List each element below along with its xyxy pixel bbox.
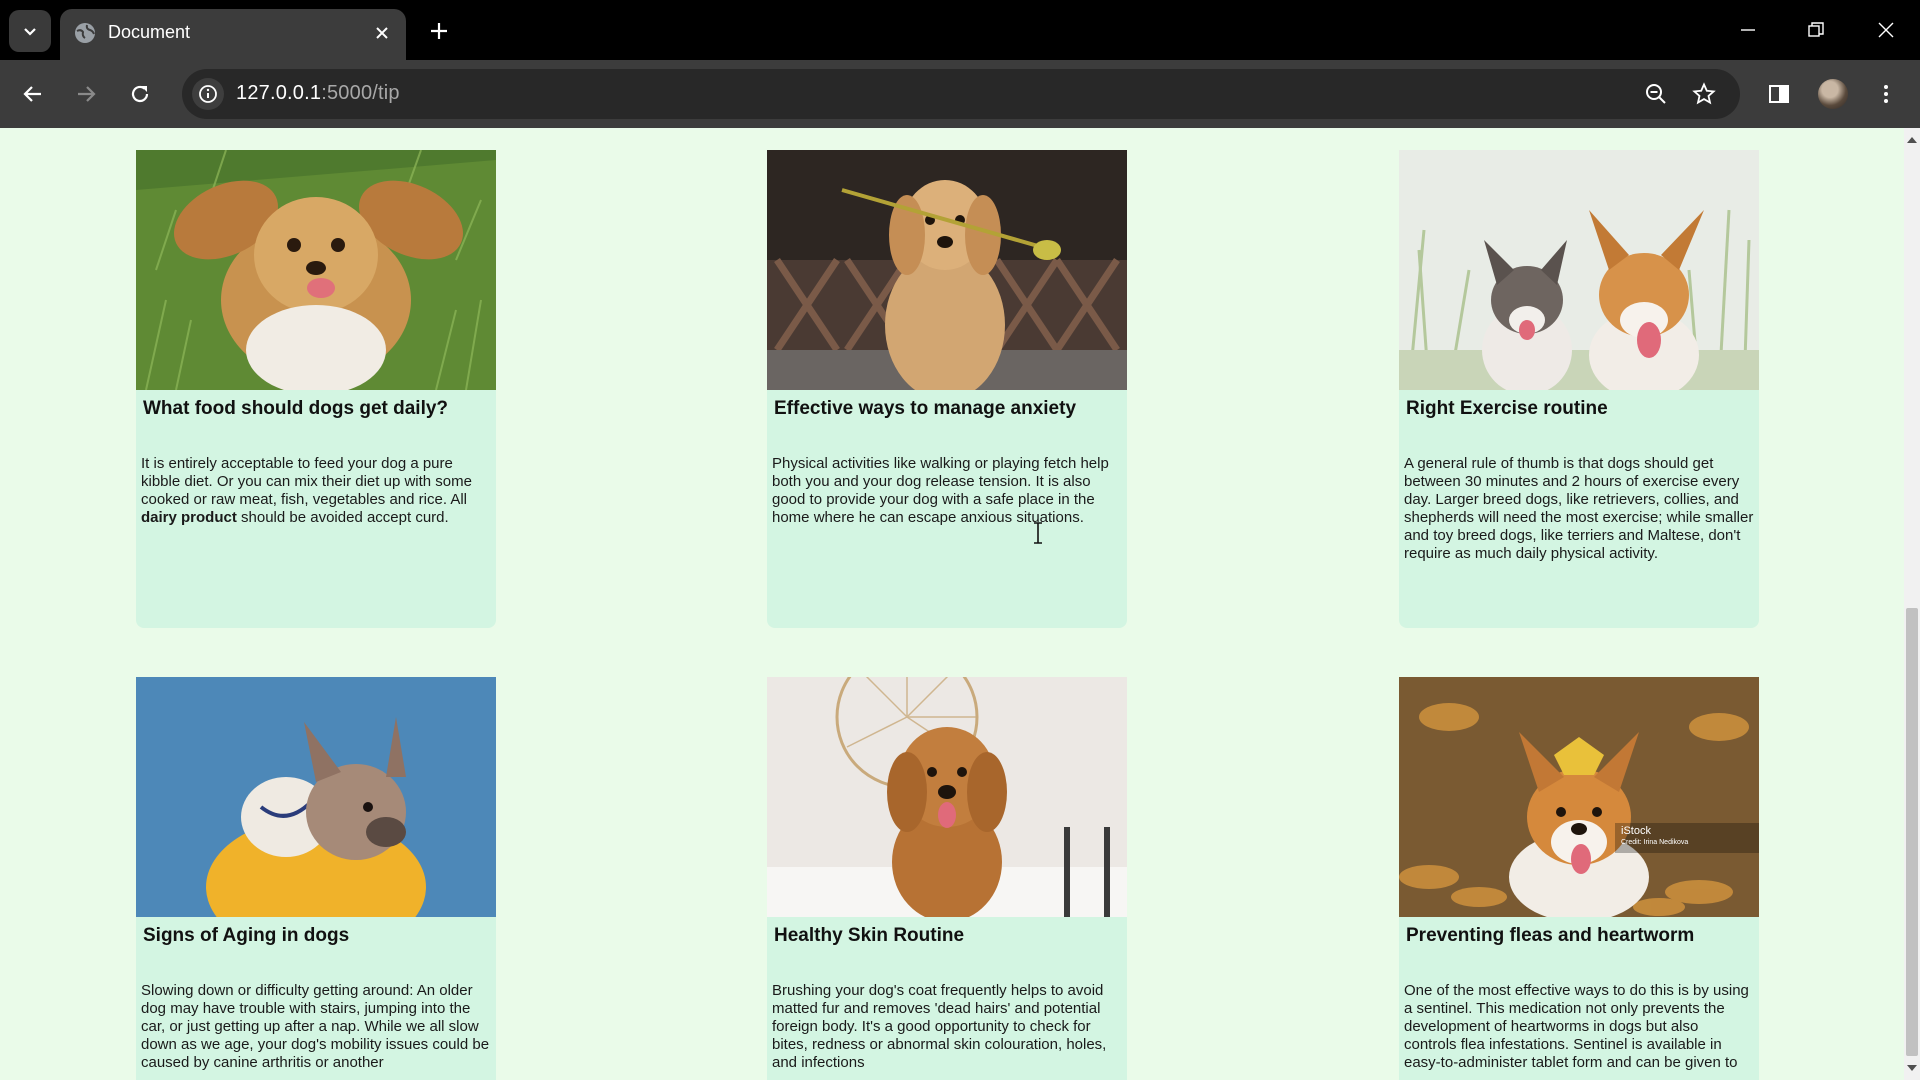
- tip-card: Right Exercise routine A general rule of…: [1399, 150, 1759, 628]
- tab-title: Document: [108, 22, 191, 42]
- url-host: 127.0.0.1: [236, 82, 322, 104]
- card-title: Healthy Skin Routine: [774, 925, 965, 946]
- star-icon: [1692, 82, 1716, 105]
- dog-image: [1399, 677, 1759, 917]
- new-tab-button[interactable]: [422, 14, 456, 48]
- close-icon: [1878, 22, 1894, 38]
- tab-close-button[interactable]: [368, 19, 396, 47]
- reload-icon: [131, 85, 149, 103]
- watermark-credit: Credit: Irina Nedikova: [1621, 839, 1689, 846]
- reload-button[interactable]: [120, 74, 160, 114]
- dog-image: [767, 677, 1127, 917]
- card-text-part: It is entirely acceptable to feed your d…: [141, 455, 472, 508]
- url-path: :5000/tip: [321, 82, 400, 104]
- active-tab[interactable]: Document: [60, 9, 406, 61]
- forward-button[interactable]: [66, 74, 106, 114]
- profile-button[interactable]: [1813, 74, 1853, 114]
- zoom-out-icon: [1646, 84, 1666, 104]
- close-icon: [376, 27, 388, 39]
- tab-search-button[interactable]: [9, 10, 51, 52]
- tip-card: What food should dogs get daily? It is e…: [136, 150, 496, 628]
- globe-icon: [75, 23, 95, 43]
- card-text: A general rule of thumb is that dogs sho…: [1404, 455, 1754, 562]
- scroll-down-arrow-icon[interactable]: [1907, 1065, 1917, 1071]
- text-cursor-icon: [1034, 522, 1042, 544]
- tip-card: Effective ways to manage anxiety Physica…: [767, 150, 1127, 628]
- restore-button[interactable]: [1796, 12, 1836, 48]
- page-scrollbar[interactable]: [1904, 128, 1920, 1080]
- avatar: [1818, 79, 1848, 109]
- watermark-text: iStock: [1621, 825, 1651, 837]
- card-title: Signs of Aging in dogs: [143, 925, 350, 946]
- dog-photo: [136, 150, 496, 390]
- card-title: Preventing fleas and heartworm: [1406, 925, 1695, 946]
- arrow-right-icon: [78, 86, 96, 102]
- scrollbar-thumb[interactable]: [1906, 608, 1918, 1056]
- scroll-up-arrow-icon[interactable]: [1907, 137, 1917, 143]
- minimize-button[interactable]: [1728, 12, 1768, 48]
- dog-photo: [767, 677, 1127, 917]
- minimize-icon: [1741, 29, 1755, 31]
- card-text: One of the most effective ways to do thi…: [1404, 982, 1749, 1071]
- card-text: It is entirely acceptable to feed your d…: [136, 420, 496, 527]
- more-vertical-icon: [1884, 85, 1888, 103]
- tip-card: Signs of Aging in dogs Slowing down or d…: [136, 677, 496, 1080]
- address-bar[interactable]: 127.0.0.1:5000/tip: [182, 69, 1740, 119]
- dog-image: [767, 150, 1127, 390]
- dog-photo: iStock Credit: Irina Nedikova: [1399, 677, 1759, 917]
- back-button[interactable]: [13, 74, 53, 114]
- menu-button[interactable]: [1866, 74, 1906, 114]
- bookmark-button[interactable]: [1689, 79, 1719, 109]
- card-text-part: should be avoided accept curd.: [236, 509, 449, 526]
- browser-toolbar: 127.0.0.1:5000/tip: [0, 60, 1920, 128]
- dog-photo: [1399, 150, 1759, 390]
- tip-card: iStock Credit: Irina Nedikova Preventing…: [1399, 677, 1759, 1080]
- page-viewport: What food should dogs get daily? It is e…: [0, 128, 1904, 1080]
- tip-card: Healthy Skin Routine Brushing your dog's…: [767, 677, 1127, 1080]
- card-title: What food should dogs get daily?: [143, 398, 449, 419]
- card-text: Physical activities like walking or play…: [772, 455, 1109, 526]
- card-text-bold: dairy product: [141, 509, 237, 526]
- card-title: Right Exercise routine: [1406, 398, 1608, 419]
- site-info-button[interactable]: [192, 78, 224, 110]
- card-title: Effective ways to manage anxiety: [774, 398, 1077, 419]
- restore-icon: [1808, 22, 1824, 37]
- dog-photo: [767, 150, 1127, 390]
- card-text: Brushing your dog's coat frequently help…: [772, 982, 1107, 1071]
- dog-photo: [136, 677, 496, 917]
- side-panel-button[interactable]: [1759, 74, 1799, 114]
- tab-bar: Document: [0, 0, 1920, 61]
- info-icon: [199, 85, 217, 103]
- dog-image: [1399, 150, 1759, 390]
- side-panel-icon: [1769, 85, 1789, 103]
- card-text: Slowing down or difficulty getting aroun…: [141, 982, 490, 1071]
- plus-icon: [431, 23, 447, 39]
- dog-image: [136, 677, 496, 917]
- url-text[interactable]: 127.0.0.1:5000/tip: [236, 82, 400, 105]
- chevron-down-icon: [24, 28, 36, 36]
- dog-image: [136, 150, 496, 390]
- zoom-button[interactable]: [1641, 79, 1671, 109]
- arrow-left-icon: [23, 86, 41, 102]
- close-window-button[interactable]: [1866, 12, 1906, 48]
